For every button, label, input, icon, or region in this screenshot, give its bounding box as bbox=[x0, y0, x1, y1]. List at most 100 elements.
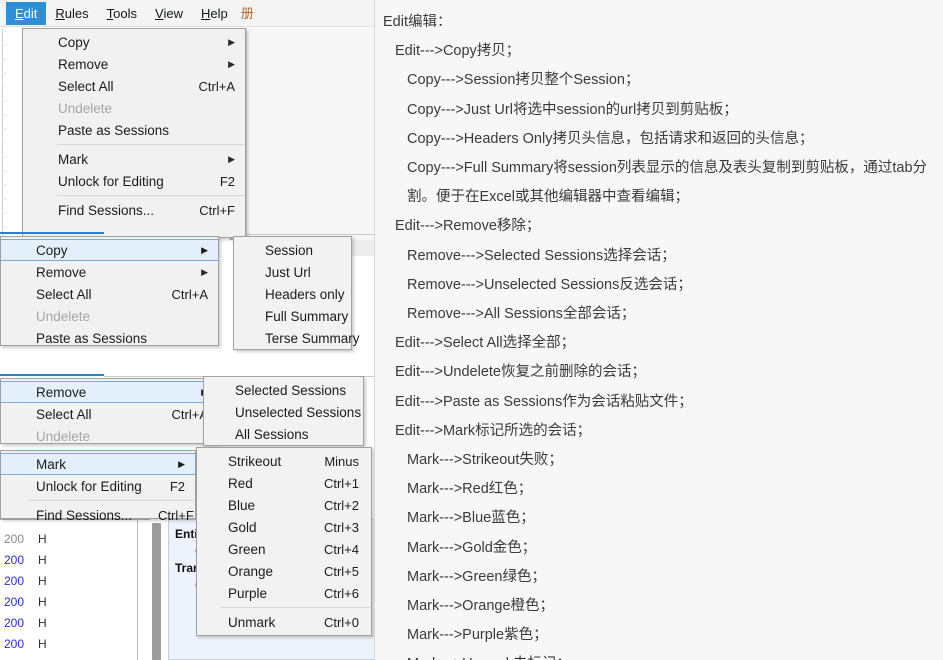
doc-line: Mark--->Red红色； bbox=[407, 481, 533, 498]
background-right-pane bbox=[246, 28, 375, 240]
menu-item-copy[interactable]: Copy ▶ bbox=[23, 31, 245, 53]
submenu-item-unmark[interactable]: Unmark Ctrl+0 bbox=[197, 611, 371, 633]
submenu-item-accel: Ctrl+3 bbox=[323, 519, 359, 535]
menu-item-accel: F2 bbox=[219, 173, 235, 189]
remove-parent-menu-popup[interactable]: Remove ▶ Select All Ctrl+A Undelete bbox=[0, 378, 219, 444]
chevron-right-icon: ▶ bbox=[201, 266, 208, 277]
doc-line: Mark--->Purple紫色； bbox=[407, 627, 548, 644]
table-row[interactable]: 200 H bbox=[0, 549, 150, 570]
submenu-item-label: Selected Sessions bbox=[235, 382, 347, 398]
doc-line: Copy--->Session拷贝整个Session； bbox=[407, 72, 640, 89]
doc-line: Edit--->Undelete恢复之前删除的会话； bbox=[395, 364, 646, 381]
submenu-item-purple[interactable]: Purple Ctrl+6 bbox=[197, 582, 371, 604]
table-row[interactable]: 200 H bbox=[0, 612, 150, 633]
menu-item-accel: F2 bbox=[169, 478, 185, 494]
copy-submenu-popup[interactable]: Session Just Url Headers only Full Summa… bbox=[233, 236, 360, 350]
table-row[interactable]: 200 H bbox=[0, 570, 150, 591]
strip-tick: · bbox=[4, 112, 7, 119]
grid-column-separator bbox=[137, 519, 138, 660]
menu-item-label: Remove bbox=[58, 56, 109, 72]
menu-item-accel: Ctrl+A bbox=[198, 78, 235, 94]
submenu-item-label: Unselected Sessions bbox=[235, 404, 362, 420]
menu-item-paste-as-sessions[interactable]: Paste as Sessions bbox=[23, 119, 245, 141]
application-region: Edit Rules Tools View Help 册 · · · · · ·… bbox=[0, 0, 375, 660]
submenu-item-accel: Ctrl+2 bbox=[323, 497, 359, 513]
menu-item-remove[interactable]: Remove ▶ bbox=[1, 381, 218, 403]
menu-item-select-all[interactable]: Select All Ctrl+A bbox=[23, 75, 245, 97]
menubar-tools-rest: ools bbox=[113, 5, 138, 21]
submenu-item-just-url[interactable]: Just Url bbox=[234, 261, 351, 283]
strip-tick: · bbox=[4, 182, 7, 189]
submenu-item-full-summary[interactable]: Full Summary bbox=[234, 305, 351, 327]
status-code: 200 bbox=[4, 531, 25, 546]
menu-item-label: Unlock for Editing bbox=[58, 173, 164, 189]
menu-item-label: Copy bbox=[36, 242, 68, 258]
menubar-edit-mnemonic: E bbox=[15, 5, 24, 21]
menu-item-select-all[interactable]: Select All Ctrl+A bbox=[1, 283, 218, 305]
submenu-item-terse-summary[interactable]: Terse Summary bbox=[234, 327, 360, 349]
mark-parent-menu-popup[interactable]: Mark ▶ Unlock for Editing F2 Find Sessio… bbox=[0, 450, 196, 523]
submenu-item-all-sessions[interactable]: All Sessions bbox=[204, 423, 363, 445]
submenu-item-selected-sessions[interactable]: Selected Sessions bbox=[204, 379, 363, 401]
submenu-item-label: Green bbox=[228, 541, 266, 557]
strip-tick: · bbox=[4, 168, 7, 175]
menu-item-unlock-for-editing[interactable]: Unlock for Editing F2 bbox=[23, 170, 245, 192]
strip-tick: · bbox=[4, 42, 7, 49]
copy-parent-menu-popup[interactable]: Copy ▶ Remove ▶ Select All Ctrl+A Undele… bbox=[0, 236, 219, 346]
submenu-item-unselected-sessions[interactable]: Unselected Sessions bbox=[204, 401, 363, 423]
doc-line: Remove--->Selected Sessions选择会话； bbox=[407, 247, 676, 264]
submenu-item-blue[interactable]: Blue Ctrl+2 bbox=[197, 494, 371, 516]
documentation-panel: Edit编辑： Edit--->Copy拷贝； Copy--->Session拷… bbox=[375, 0, 943, 660]
menu-item-paste-as-sessions[interactable]: Paste as Sessions bbox=[1, 327, 218, 349]
edit-menu-popup[interactable]: Copy ▶ Remove ▶ Select All Ctrl+A Undele… bbox=[22, 28, 246, 238]
menubar-item-view[interactable]: View bbox=[146, 2, 192, 25]
submenu-item-label: Blue bbox=[228, 497, 256, 513]
menubar-item-help[interactable]: Help bbox=[192, 2, 237, 25]
menubar-help-mnemonic: H bbox=[200, 5, 211, 21]
submenu-item-session[interactable]: Session bbox=[234, 239, 351, 261]
menu-item-copy[interactable]: Copy ▶ bbox=[1, 239, 218, 261]
table-row[interactable]: 200 H bbox=[0, 528, 150, 549]
submenu-item-green[interactable]: Green Ctrl+4 bbox=[197, 538, 371, 560]
menu-item-select-all[interactable]: Select All Ctrl+A bbox=[1, 403, 218, 425]
strip-tick: · bbox=[4, 56, 7, 63]
menu-item-unlock-for-editing[interactable]: Unlock for Editing F2 bbox=[1, 475, 195, 497]
documentation-content: Edit编辑： Edit--->Copy拷贝； Copy--->Session拷… bbox=[375, 0, 943, 660]
submenu-item-label: Headers only bbox=[265, 286, 345, 302]
menubar-rules-mnemonic: R bbox=[55, 5, 65, 21]
submenu-item-accel: Ctrl+4 bbox=[323, 541, 359, 557]
doc-line: Mark--->Green绿色； bbox=[407, 568, 546, 585]
host-cell: H bbox=[38, 615, 47, 630]
menu-item-find-sessions[interactable]: Find Sessions... Ctrl+F bbox=[23, 199, 245, 221]
submenu-item-label: Strikeout bbox=[228, 453, 282, 469]
status-code: 200 bbox=[4, 594, 25, 609]
menu-item-label: Paste as Sessions bbox=[58, 122, 170, 138]
submenu-item-orange[interactable]: Orange Ctrl+5 bbox=[197, 560, 371, 582]
menu-item-find-sessions[interactable]: Find Sessions... Ctrl+F bbox=[1, 504, 195, 526]
menu-item-mark[interactable]: Mark ▶ bbox=[1, 453, 195, 475]
menubar-item-tools[interactable]: Tools bbox=[98, 2, 146, 25]
table-row[interactable]: 200 H bbox=[0, 591, 150, 612]
menu-item-mark[interactable]: Mark ▶ bbox=[23, 148, 245, 170]
menu-item-undelete: Undelete bbox=[1, 425, 218, 447]
menubar-item-cjk[interactable]: 册 bbox=[237, 2, 258, 25]
menu-item-remove[interactable]: Remove ▶ bbox=[1, 261, 218, 283]
submenu-item-red[interactable]: Red Ctrl+1 bbox=[197, 472, 371, 494]
grid-vertical-scrollbar[interactable] bbox=[152, 523, 161, 660]
menu-item-remove[interactable]: Remove ▶ bbox=[23, 53, 245, 75]
remove-submenu-popup[interactable]: Selected Sessions Unselected Sessions Al… bbox=[203, 376, 364, 446]
submenu-item-gold[interactable]: Gold Ctrl+3 bbox=[197, 516, 371, 538]
submenu-item-strikeout[interactable]: Strikeout Minus bbox=[197, 450, 371, 472]
mark-submenu-popup[interactable]: Strikeout Minus Red Ctrl+1 Blue Ctrl+2 Gold… bbox=[196, 447, 372, 636]
submenu-item-headers-only[interactable]: Headers only bbox=[234, 283, 351, 305]
doc-line: Mark--->Blue蓝色； bbox=[407, 510, 535, 527]
menubar-item-rules[interactable]: Rules bbox=[46, 2, 97, 25]
table-row[interactable]: 200 H bbox=[0, 633, 150, 654]
submenu-item-label: Terse Summary bbox=[265, 330, 360, 346]
host-cell: H bbox=[38, 552, 47, 567]
submenu-item-label: Unmark bbox=[228, 614, 276, 630]
menubar-item-edit[interactable]: Edit bbox=[6, 1, 47, 25]
strip-tick: · bbox=[4, 210, 7, 217]
session-list-grid[interactable]: 200 H 200 H 200 H 200 H 200 H 200 H bbox=[0, 519, 150, 660]
menu-item-label: Undelete bbox=[36, 428, 91, 444]
